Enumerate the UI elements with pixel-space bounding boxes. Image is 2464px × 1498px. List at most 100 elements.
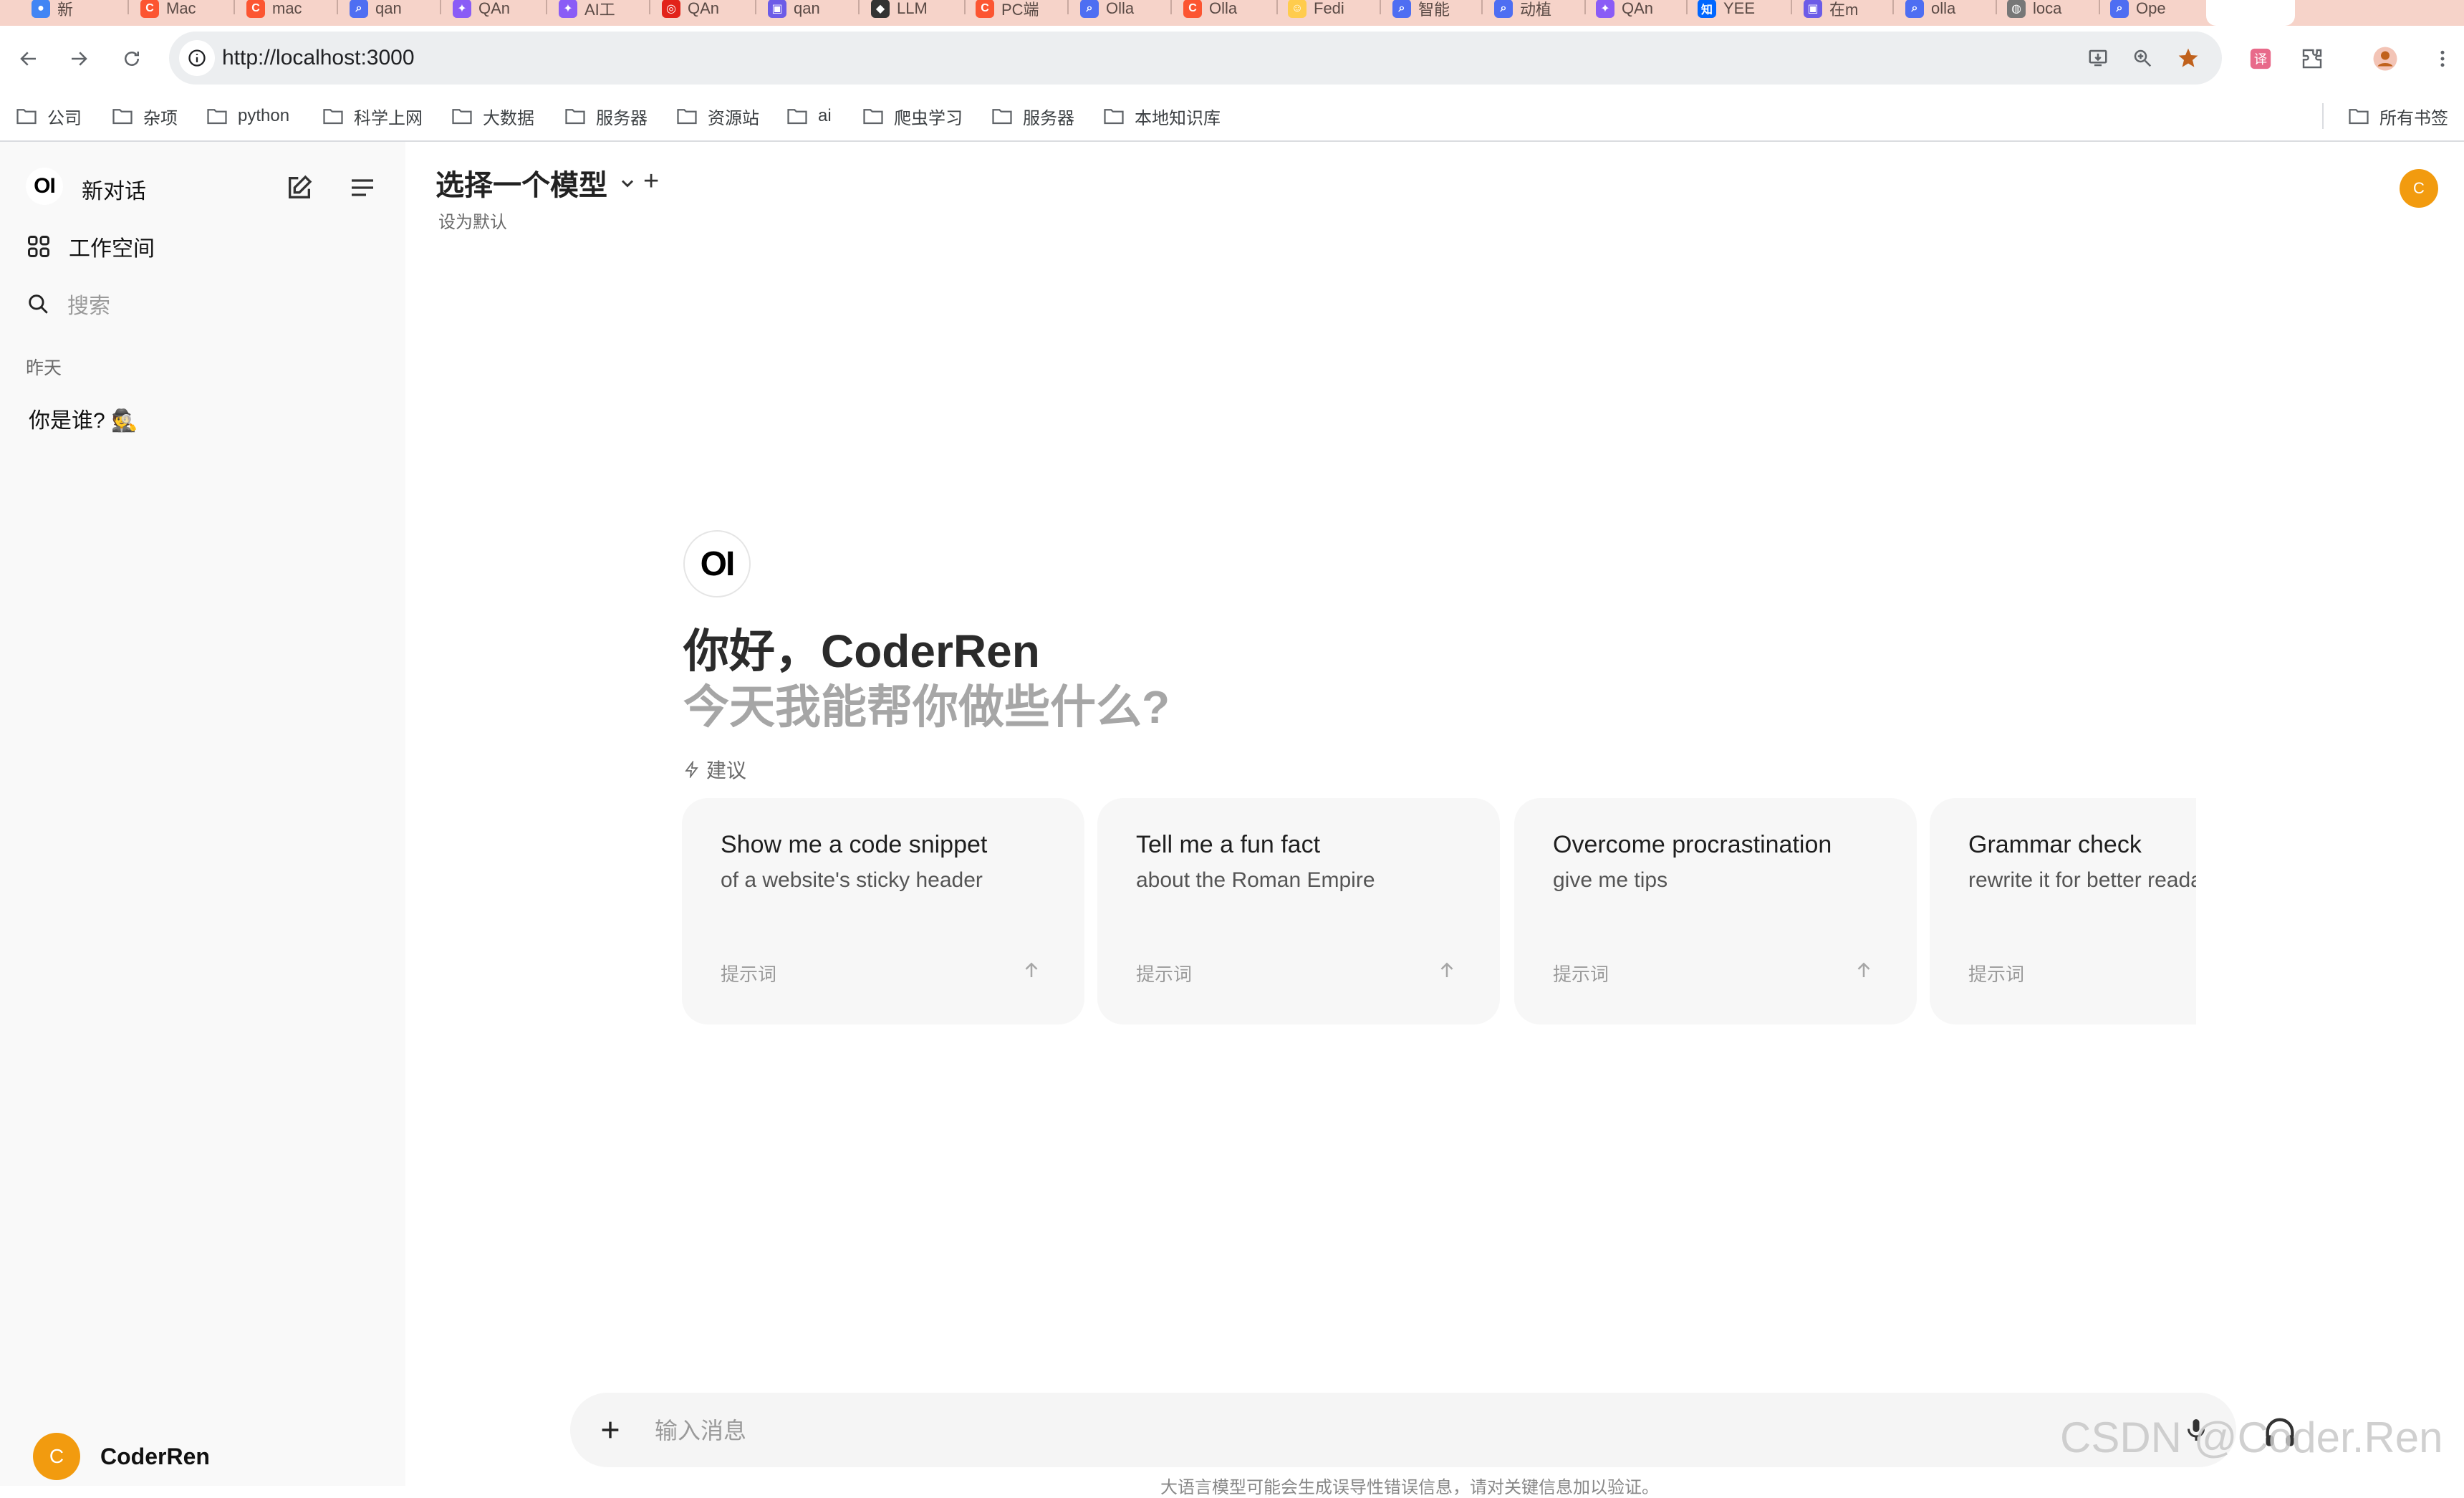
tab-separator bbox=[858, 0, 860, 14]
install-app-button[interactable] bbox=[2080, 40, 2116, 76]
tab-separator bbox=[546, 0, 547, 14]
new-chat-edit-button[interactable] bbox=[279, 168, 319, 208]
tab-separator bbox=[440, 0, 441, 14]
active-tab[interactable] bbox=[2206, 0, 2295, 26]
site-info-button[interactable] bbox=[179, 40, 215, 76]
tab-separator bbox=[1892, 0, 1894, 14]
browser-tab[interactable]: ☺ Fedi bbox=[1288, 0, 1344, 18]
ai-icon: ✦ bbox=[453, 0, 471, 18]
bookmark-folder[interactable]: ai bbox=[786, 102, 832, 130]
zoom-button[interactable] bbox=[2124, 40, 2160, 76]
bookmark-folder[interactable]: 本地知识库 bbox=[1103, 102, 1221, 130]
set-default-link[interactable]: 设为默认 bbox=[438, 208, 507, 233]
folder-icon bbox=[16, 109, 37, 125]
browser-tab[interactable]: ◍ loca bbox=[2007, 0, 2061, 18]
message-input[interactable] bbox=[653, 1413, 2017, 1449]
browser-tab[interactable]: ⌕ Ope bbox=[2110, 0, 2166, 18]
watermark: CSDN @Coder.Ren bbox=[2060, 1413, 2443, 1461]
browser-tab[interactable]: ✦ QAn bbox=[453, 0, 510, 18]
browser-tab[interactable]: 知 YEE bbox=[1698, 0, 1755, 18]
suggestion-card[interactable]: Tell me a fun fact about the Roman Empir… bbox=[1097, 798, 1500, 1024]
suggestion-subtitle: rewrite it for better readability bbox=[1968, 868, 2196, 892]
info-icon bbox=[188, 49, 206, 67]
browser-tab[interactable]: ⌕ 动植 bbox=[1494, 0, 1551, 19]
browser-tab[interactable]: C Olla bbox=[1183, 0, 1237, 18]
star-icon bbox=[2178, 48, 2198, 67]
suggestion-tag: 提示词 bbox=[721, 964, 777, 985]
chevron-down-icon bbox=[621, 180, 634, 188]
bookmark-folder[interactable]: 爬虫学习 bbox=[862, 102, 963, 130]
folder-icon bbox=[2349, 109, 2369, 125]
browser-tab-strip: ● 新 C Mac Cmac ⌕ qan ✦ QAn ✦ AI工 ◎ QAn ▣ qan ◆ L… bbox=[0, 0, 2464, 26]
folder-icon bbox=[452, 109, 472, 125]
browser-tab[interactable]: ◆ LLM bbox=[871, 0, 928, 18]
puzzle-icon bbox=[2302, 49, 2322, 69]
header-avatar[interactable]: C bbox=[2400, 169, 2438, 208]
new-chat-button[interactable]: 新对话 bbox=[82, 173, 146, 205]
bookmark-star-button[interactable] bbox=[2170, 40, 2206, 76]
chat-history-item[interactable]: 你是谁? 🕵 bbox=[29, 403, 138, 434]
browser-tab[interactable]: ▣ 在m bbox=[1804, 0, 1858, 19]
message-composer bbox=[570, 1393, 2236, 1467]
workspace-link[interactable]: 工作空间 bbox=[26, 226, 155, 267]
suggestion-card[interactable]: Overcome procrastination give me tips 提示… bbox=[1514, 798, 1917, 1024]
bookmark-folder[interactable]: 大数据 bbox=[451, 102, 534, 130]
translate-extension[interactable]: 译 bbox=[2242, 40, 2279, 77]
bookmark-folder[interactable]: 杂项 bbox=[112, 102, 178, 130]
user-menu[interactable]: C CoderRen bbox=[33, 1431, 210, 1482]
app-logo[interactable]: OI bbox=[26, 168, 63, 205]
browser-tab[interactable]: C Mac bbox=[140, 0, 196, 18]
model-selector[interactable]: 选择一个模型 bbox=[435, 162, 607, 203]
browser-tab[interactable]: ⌕ Olla bbox=[1080, 0, 1134, 18]
reload-button[interactable] bbox=[113, 40, 150, 77]
suggestion-card[interactable]: Grammar check rewrite it for better read… bbox=[1930, 798, 2196, 1024]
bookmark-folder[interactable]: 服务器 bbox=[991, 102, 1074, 130]
forward-button[interactable] bbox=[60, 40, 97, 77]
tab-separator bbox=[964, 0, 966, 14]
tab-separator bbox=[1584, 0, 1586, 14]
browser-tab[interactable]: ⌕ 智能 bbox=[1392, 0, 1450, 19]
browser-tab[interactable]: ▣ qan bbox=[768, 0, 820, 18]
browser-tab[interactable]: ● 新 bbox=[32, 0, 73, 19]
browser-tab[interactable]: C PC端 bbox=[976, 0, 1039, 19]
search-input[interactable]: 搜索 bbox=[67, 288, 110, 320]
bookmarks-divider bbox=[2322, 103, 2324, 129]
all-bookmarks[interactable]: 所有书签 bbox=[2348, 102, 2448, 130]
target-icon: ◎ bbox=[662, 0, 680, 18]
csdn-icon: C bbox=[1183, 0, 1202, 18]
profile-button[interactable] bbox=[2367, 40, 2404, 77]
tab-separator bbox=[337, 0, 338, 14]
bookmark-folder[interactable]: 科学上网 bbox=[322, 102, 423, 130]
folder-icon bbox=[992, 109, 1012, 125]
model-dropdown-button[interactable] bbox=[615, 171, 640, 196]
add-model-button[interactable]: + bbox=[643, 166, 659, 197]
arrow-up-icon bbox=[1849, 956, 1878, 984]
browser-tab[interactable]: ⌕ olla bbox=[1905, 0, 1955, 18]
tab-separator bbox=[2099, 0, 2100, 14]
url-text[interactable]: http://localhost:3000 bbox=[222, 46, 415, 70]
browser-tab[interactable]: ⌕ qan bbox=[350, 0, 402, 18]
folder-icon bbox=[207, 109, 227, 125]
browser-tab[interactable]: ◎ QAn bbox=[662, 0, 719, 18]
address-bar[interactable]: http://localhost:3000 bbox=[169, 32, 2222, 85]
doc-icon: ▣ bbox=[768, 0, 786, 18]
browser-tab[interactable]: ✦ AI工 bbox=[559, 0, 615, 19]
arrow-right-icon bbox=[72, 52, 87, 66]
bookmark-folder[interactable]: python bbox=[206, 102, 289, 130]
bookmark-folder[interactable]: 服务器 bbox=[564, 102, 648, 130]
sidebar-search[interactable]: 搜索 bbox=[26, 284, 110, 324]
suggestion-subtitle: give me tips bbox=[1553, 868, 1668, 892]
toggle-sidebar-button[interactable] bbox=[342, 168, 382, 208]
attach-button[interactable] bbox=[592, 1411, 629, 1449]
bookmarks-bar: 公司 杂项 python 科学上网 大数据 服务器 资源站 ai 爬虫学习 服务… bbox=[0, 92, 2464, 142]
suggestion-card[interactable]: Show me a code snippet of a website's st… bbox=[682, 798, 1084, 1024]
menu-button[interactable] bbox=[2424, 40, 2461, 77]
browser-tab[interactable]: Cmac bbox=[246, 0, 302, 18]
back-button[interactable] bbox=[10, 40, 47, 77]
browser-tab[interactable]: ✦ QAn bbox=[1596, 0, 1653, 18]
translate-icon: 译 bbox=[2250, 48, 2271, 69]
bookmark-folder[interactable]: 资源站 bbox=[676, 102, 759, 130]
extensions-button[interactable] bbox=[2294, 40, 2331, 77]
bookmark-folder[interactable]: 公司 bbox=[16, 102, 82, 130]
search-icon: ⌕ bbox=[1494, 0, 1513, 18]
